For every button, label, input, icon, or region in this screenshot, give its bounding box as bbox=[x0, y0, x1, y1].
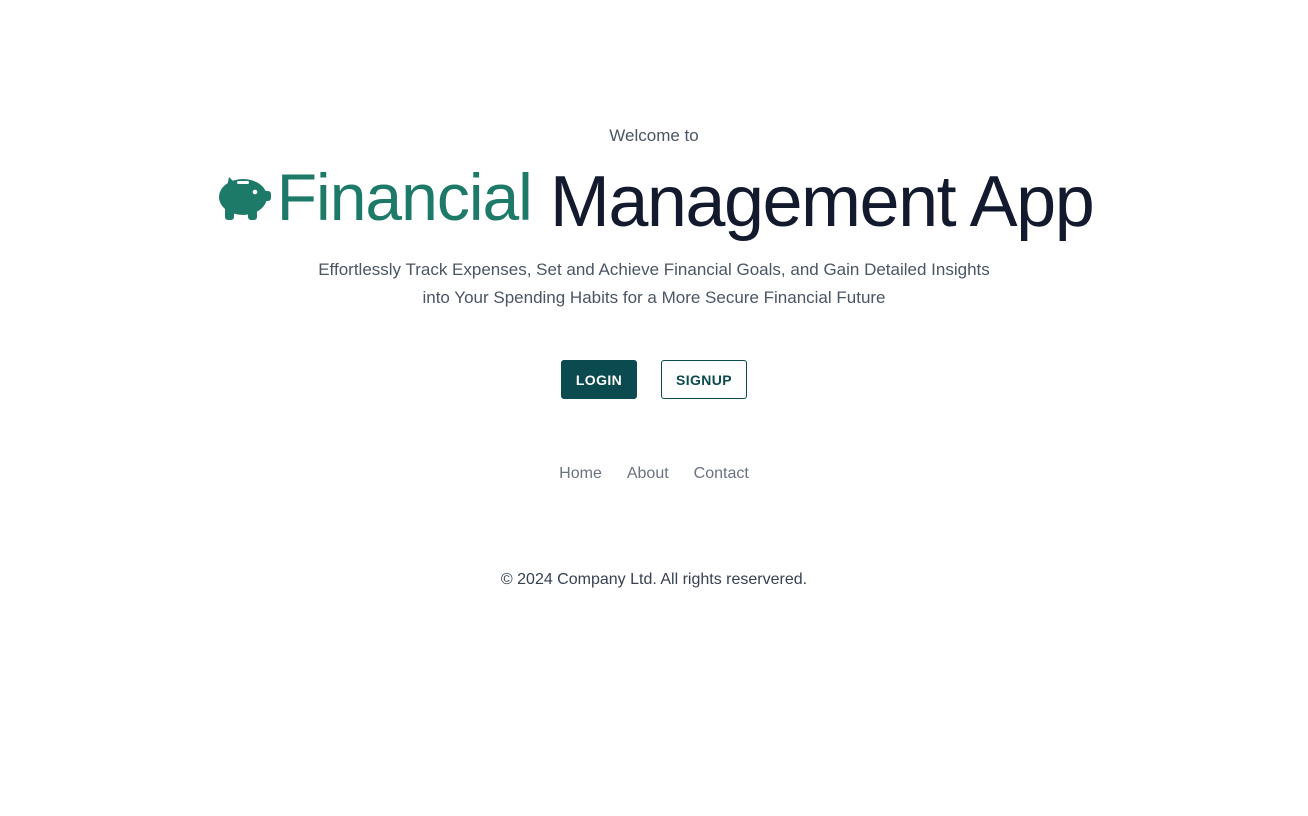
landing-page: Welcome to Financial Management App Effo… bbox=[0, 0, 1308, 816]
auth-buttons: LOGIN SIGNUP bbox=[0, 360, 1308, 399]
copyright-text: © 2024 Company Ltd. All rights reservere… bbox=[500, 571, 808, 588]
tagline-line-1: Effortlessly Track Expenses, Set and Ach… bbox=[318, 260, 990, 279]
brand-logo-text: Financial bbox=[276, 160, 533, 234]
brand-logo: Financial bbox=[215, 155, 533, 239]
app-title: Management App bbox=[549, 162, 1095, 242]
piggy-bank-icon bbox=[218, 177, 271, 220]
signup-button[interactable]: SIGNUP bbox=[661, 360, 747, 399]
login-button[interactable]: LOGIN bbox=[561, 360, 637, 399]
nav-link-contact[interactable]: Contact bbox=[694, 465, 749, 483]
hero-title: Financial Management App bbox=[0, 150, 1308, 244]
tagline-line-2: into Your Spending Habits for a More Sec… bbox=[422, 288, 886, 307]
nav-link-home[interactable]: Home bbox=[559, 465, 602, 483]
welcome-text: Welcome to bbox=[609, 126, 699, 145]
tagline: Effortlessly Track Expenses, Set and Ach… bbox=[0, 256, 1308, 312]
nav-link-about[interactable]: About bbox=[627, 465, 669, 483]
footer-nav: Home About Contact bbox=[0, 465, 1308, 483]
